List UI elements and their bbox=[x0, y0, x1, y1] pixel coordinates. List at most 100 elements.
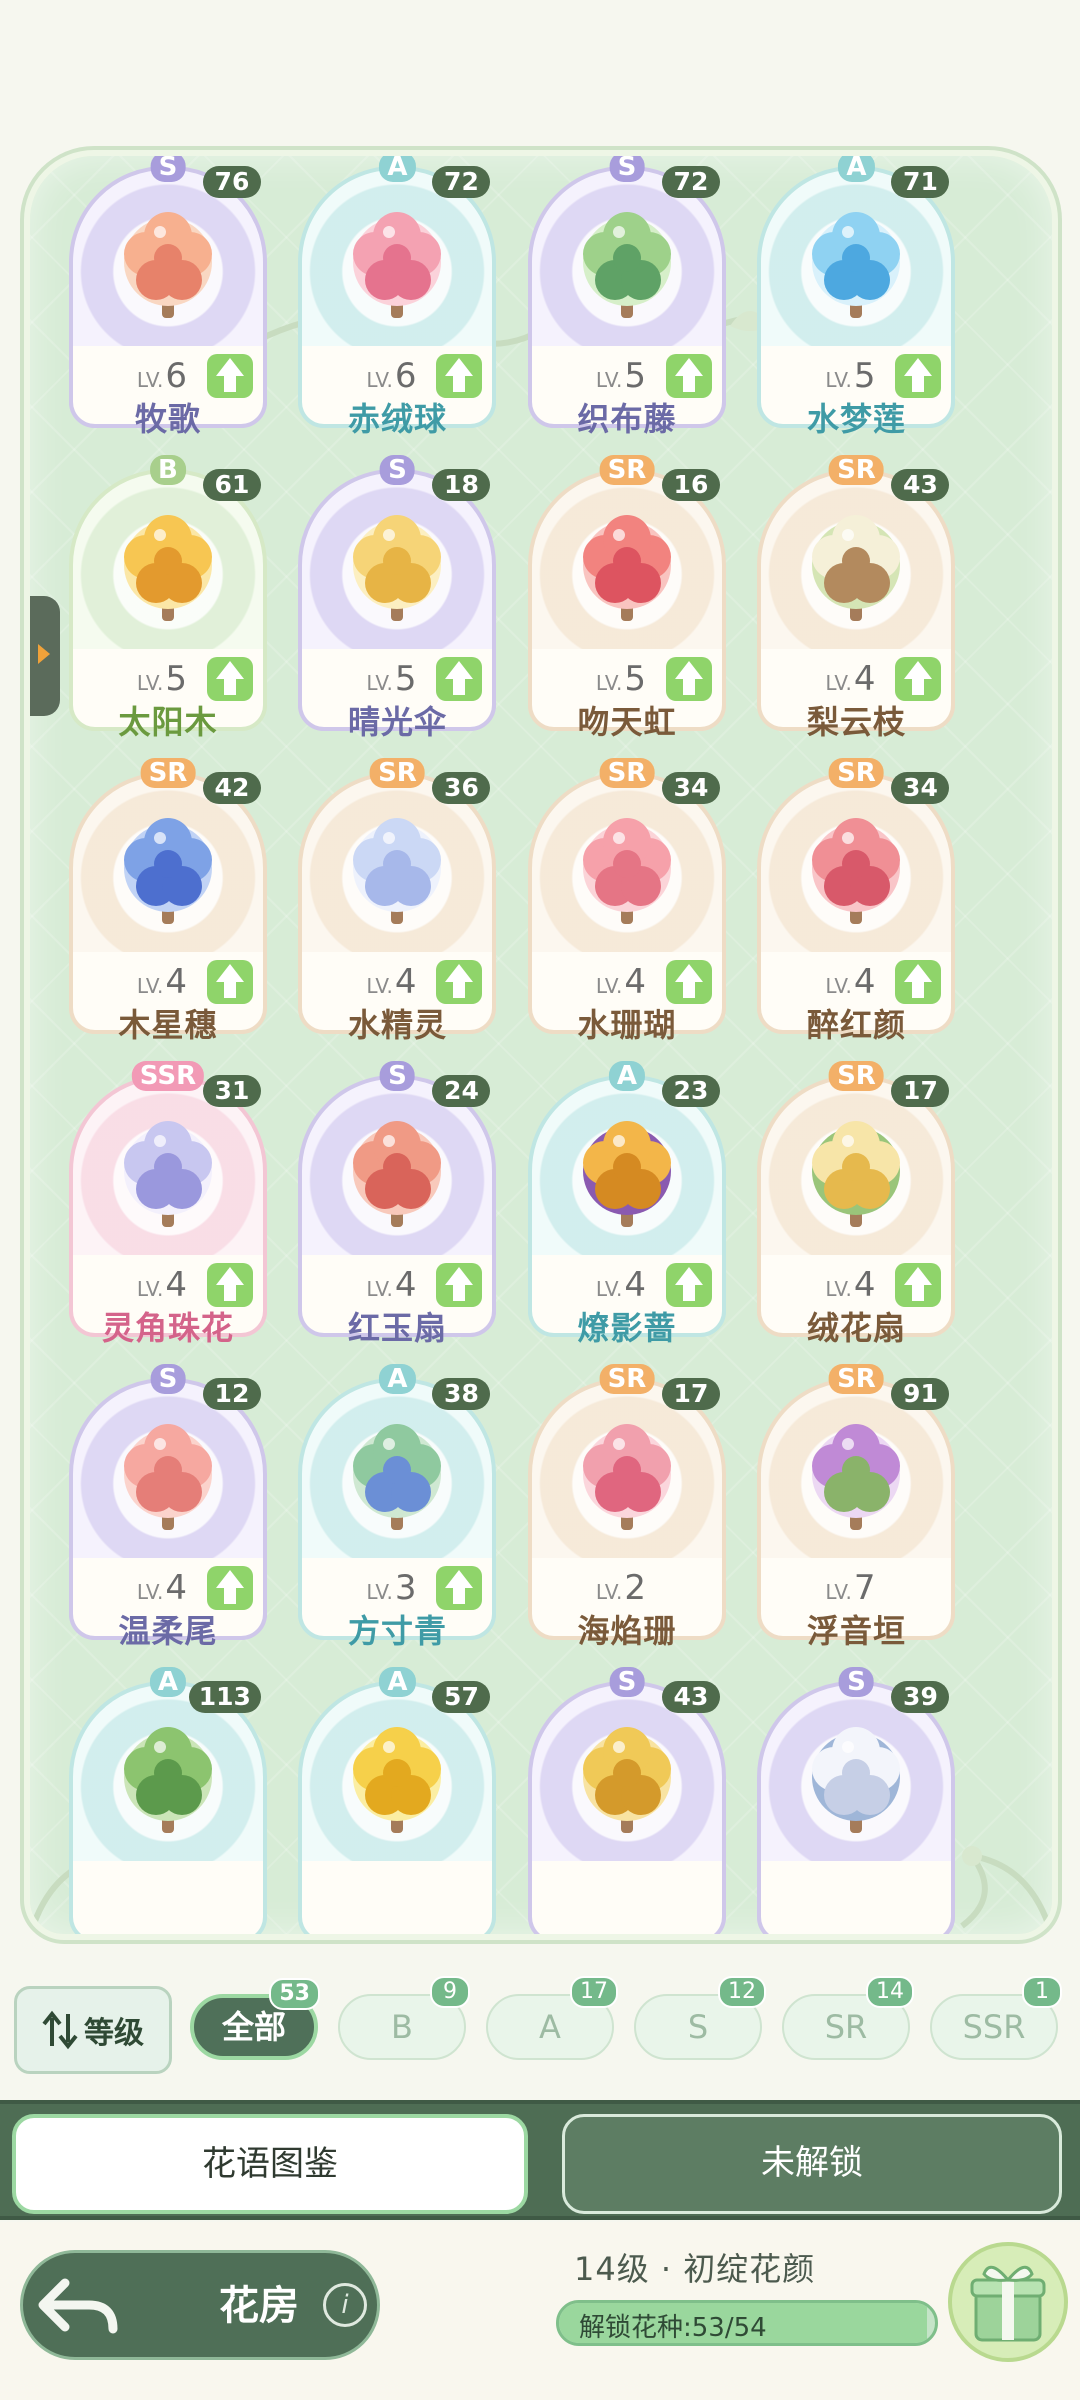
flower-card[interactable]: SR 43 LV.4 梨云枝 bbox=[751, 454, 961, 741]
flower-name: 赤绒球 bbox=[347, 400, 447, 438]
level-value: 5 bbox=[624, 658, 646, 699]
flower-card[interactable]: SSR 31 LV.4 灵角珠花 bbox=[63, 1060, 273, 1347]
flower-card[interactable]: S 72 LV.5 织布藤 bbox=[522, 156, 732, 438]
upgrade-arrow-icon[interactable] bbox=[665, 1262, 712, 1307]
level-value: 4 bbox=[165, 1264, 187, 1305]
upgrade-arrow-icon[interactable] bbox=[206, 656, 253, 701]
rarity-badge: A bbox=[838, 156, 875, 182]
filter-b-button[interactable]: B 9 bbox=[338, 1976, 470, 2060]
flower-count-badge: 38 bbox=[432, 1377, 491, 1410]
flower-card[interactable]: B 61 LV.5 太阳木 bbox=[63, 454, 273, 741]
cream-fan-flowers-icon bbox=[812, 1120, 901, 1227]
side-drawer-tab[interactable] bbox=[30, 596, 60, 716]
flower-name: 灵角珠花 bbox=[101, 1308, 234, 1347]
rarity-badge: SR bbox=[599, 757, 655, 788]
upgrade-arrow-icon[interactable] bbox=[895, 354, 942, 398]
rarity-badge: A bbox=[379, 1666, 416, 1697]
upgrade-arrow-icon[interactable] bbox=[665, 656, 712, 701]
white-lily-lantern-icon bbox=[812, 514, 901, 621]
sort-arrows-icon bbox=[42, 2010, 78, 2050]
level-prefix: LV. bbox=[825, 1579, 852, 1604]
flower-card[interactable]: A 23 LV.4 燎影蔷 bbox=[522, 1060, 732, 1347]
gift-box-icon[interactable] bbox=[946, 2240, 1070, 2364]
sunflower-tree-icon bbox=[123, 514, 212, 621]
flower-count-badge: 31 bbox=[202, 1074, 261, 1107]
flower-level: LV.2 bbox=[522, 1568, 732, 1608]
flower-card[interactable]: A 38 LV.3 方寸青 bbox=[292, 1363, 502, 1650]
level-value: 7 bbox=[853, 1567, 876, 1608]
upgrade-arrow-icon[interactable] bbox=[206, 959, 253, 1004]
upgrade-arrow-icon[interactable] bbox=[436, 354, 483, 398]
flower-count-badge: 43 bbox=[661, 1680, 720, 1713]
flower-card[interactable]: A 113 bbox=[63, 1666, 273, 1934]
flower-card[interactable]: SR 34 LV.4 醉红颜 bbox=[751, 757, 961, 1044]
bubble-flowers-icon bbox=[353, 817, 442, 924]
upgrade-arrow-icon[interactable] bbox=[436, 1565, 483, 1610]
flower-card[interactable]: S 39 bbox=[751, 1666, 961, 1934]
flower-card[interactable]: SR 42 LV.4 木星穗 bbox=[63, 757, 273, 1044]
upgrade-arrow-icon[interactable] bbox=[206, 1565, 253, 1610]
tab-locked[interactable]: 未解锁 bbox=[562, 2114, 1062, 2214]
level-prefix: LV. bbox=[825, 1276, 852, 1301]
golden-roses-icon bbox=[582, 1120, 671, 1227]
flower-card[interactable]: SR 17 LV.4 绒花扇 bbox=[751, 1060, 961, 1347]
upgrade-arrow-icon[interactable] bbox=[206, 354, 253, 398]
rarity-badge: S bbox=[839, 1666, 874, 1697]
upgrade-arrow-icon[interactable] bbox=[665, 959, 712, 1004]
red-peony-icon bbox=[812, 817, 901, 924]
flower-card[interactable]: SR 34 LV.4 水珊瑚 bbox=[522, 757, 732, 1044]
upgrade-arrow-icon[interactable] bbox=[895, 1262, 942, 1307]
flower-card[interactable]: S 24 LV.4 红玉扇 bbox=[292, 1060, 502, 1347]
flower-count-badge: 71 bbox=[891, 166, 950, 198]
info-icon[interactable]: i bbox=[323, 2283, 367, 2327]
flower-name: 织布藤 bbox=[577, 400, 677, 438]
level-prefix: LV. bbox=[595, 1579, 623, 1604]
flower-card[interactable]: S 18 LV.5 晴光伞 bbox=[292, 454, 502, 741]
flower-card[interactable]: A 71 LV.5 水梦莲 bbox=[751, 156, 961, 438]
flower-card[interactable]: S 12 LV.4 温柔尾 bbox=[63, 1363, 273, 1650]
flower-card[interactable]: SR 16 LV.5 吻天虹 bbox=[522, 454, 732, 741]
flower-card[interactable]: A 72 LV.6 赤绒球 bbox=[292, 156, 502, 438]
filter-count-badge: 53 bbox=[269, 1978, 320, 2010]
upgrade-arrow-icon[interactable] bbox=[895, 959, 942, 1004]
flower-name: 吻天虹 bbox=[577, 702, 677, 741]
flower-count-badge: 61 bbox=[202, 468, 261, 501]
upgrade-arrow-icon[interactable] bbox=[436, 1262, 483, 1307]
flower-name: 温柔尾 bbox=[118, 1611, 218, 1650]
filter-ssr-button[interactable]: SSR 1 bbox=[930, 1976, 1062, 2060]
flower-card[interactable]: S 76 LV.6 牧歌 bbox=[63, 156, 273, 438]
back-arrow-icon[interactable] bbox=[35, 2263, 123, 2349]
sort-by-level-button[interactable]: 等级 bbox=[14, 1986, 172, 2074]
upgrade-arrow-icon[interactable] bbox=[436, 959, 483, 1004]
upgrade-arrow-icon[interactable] bbox=[436, 656, 483, 701]
flower-card[interactable]: A 57 bbox=[292, 1666, 502, 1934]
rarity-badge: S bbox=[609, 1666, 645, 1697]
filter-s-button[interactable]: S 12 bbox=[634, 1976, 766, 2060]
filter-a-button[interactable]: A 17 bbox=[486, 1976, 618, 2060]
level-prefix: LV. bbox=[136, 1276, 164, 1301]
rarity-badge: SR bbox=[829, 1363, 884, 1394]
flower-name: 水珊瑚 bbox=[577, 1005, 677, 1044]
level-prefix: LV. bbox=[366, 368, 393, 392]
filter-label: B bbox=[391, 2008, 413, 2046]
filter-sr-button[interactable]: SR 14 bbox=[782, 1976, 914, 2060]
flower-card[interactable]: SR 36 LV.4 水精灵 bbox=[292, 757, 502, 1044]
level-prefix: LV. bbox=[825, 368, 852, 392]
upgrade-arrow-icon[interactable] bbox=[895, 656, 942, 701]
flower-count-badge: 17 bbox=[891, 1074, 950, 1107]
bottom-tab-bar: 花语图鉴 未解锁 bbox=[0, 2100, 1080, 2220]
card-footer bbox=[527, 1860, 726, 1934]
filter-all-button[interactable]: 全部 53 bbox=[190, 1978, 320, 2060]
upgrade-arrow-icon[interactable] bbox=[665, 354, 712, 398]
upgrade-arrow-icon[interactable] bbox=[206, 1262, 253, 1307]
flower-card[interactable]: SR 91 LV.7 浮音垣 bbox=[751, 1363, 961, 1650]
pink-fluffy-tails-icon bbox=[123, 1423, 212, 1530]
flower-card[interactable]: SR 17 LV.2 海焰珊 bbox=[522, 1363, 732, 1650]
pink-coral-icon bbox=[582, 817, 671, 924]
tab-flower-catalog[interactable]: 花语图鉴 bbox=[12, 2114, 528, 2214]
rarity-badge: SR bbox=[370, 757, 425, 788]
flower-card[interactable]: S 43 bbox=[522, 1666, 732, 1934]
red-balloons-icon bbox=[582, 514, 671, 621]
flower-count-badge: 24 bbox=[432, 1074, 491, 1107]
rarity-badge: SR bbox=[829, 1060, 884, 1091]
